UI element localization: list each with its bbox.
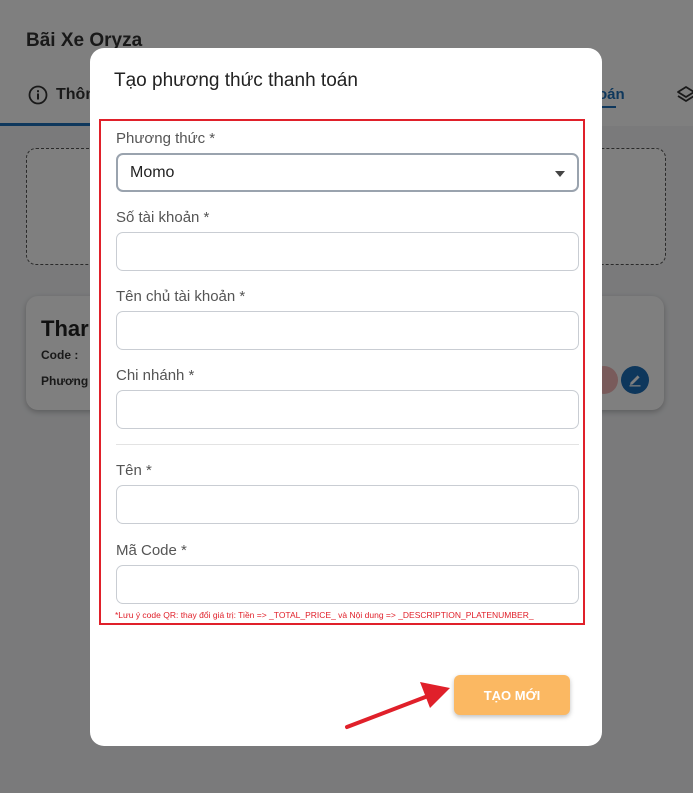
create-button[interactable]: TẠO MỚI	[454, 675, 570, 715]
branch-label: Chi nhánh *	[116, 367, 195, 384]
form-divider	[116, 444, 579, 445]
branch-input[interactable]	[116, 390, 579, 429]
account-number-label: Số tài khoản *	[116, 209, 210, 226]
code-input[interactable]	[116, 565, 579, 604]
name-input[interactable]	[116, 485, 579, 524]
code-label: Mã Code *	[116, 542, 187, 559]
form-highlight-box: Phương thức * Momo Số tài khoản * Tên ch…	[99, 119, 585, 625]
account-holder-input[interactable]	[116, 311, 579, 350]
qr-code-note: *Lưu ý code QR: thay đổi giá trị: Tiền =…	[115, 610, 534, 620]
dialog-title: Tạo phương thức thanh toán	[114, 70, 358, 91]
account-number-input[interactable]	[116, 232, 579, 271]
method-selected-value: Momo	[130, 163, 175, 181]
method-select[interactable]: Momo	[116, 153, 579, 192]
account-holder-label: Tên chủ tài khoản *	[116, 288, 246, 305]
name-label: Tên *	[116, 462, 152, 479]
create-payment-method-dialog: Tạo phương thức thanh toán Phương thức *…	[90, 48, 602, 746]
caret-down-icon	[555, 171, 565, 177]
method-label: Phương thức *	[116, 130, 216, 147]
